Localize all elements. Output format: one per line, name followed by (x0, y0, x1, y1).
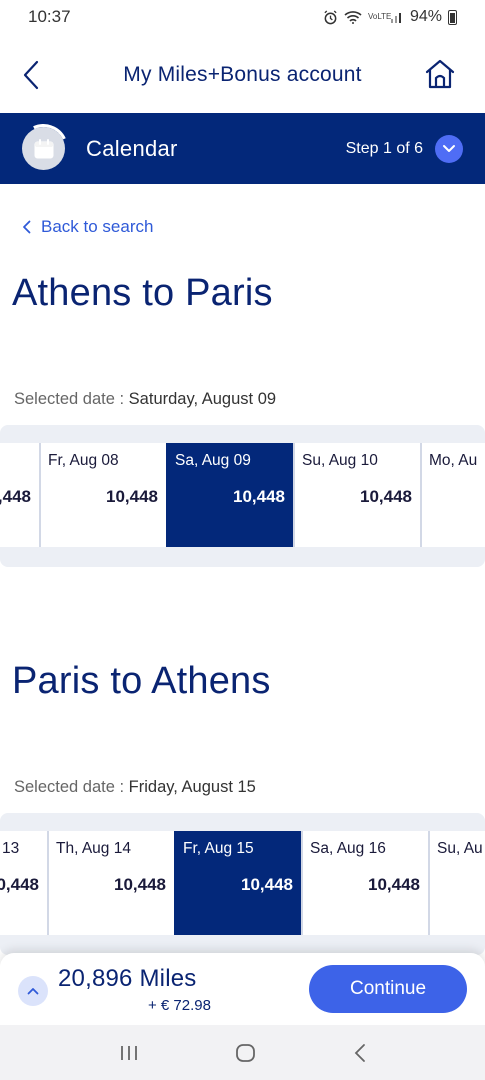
step-bar: Calendar Step 1 of 6 (0, 113, 485, 184)
alarm-icon (324, 9, 337, 24)
date-cell-miles: 10,448 (241, 875, 293, 894)
totals: 20,896 Miles + € 72.98 (58, 965, 211, 1014)
date-cell-label: Su, Au (437, 840, 483, 857)
date-cell-label: Th, Aug 14 (56, 840, 131, 857)
selected-date-value: Friday, August 15 (128, 778, 256, 796)
chevron-left-icon[interactable] (18, 58, 44, 92)
system-nav-bar (0, 1025, 485, 1080)
selected-date-label: Selected date : (14, 390, 129, 408)
signal-icon (390, 13, 401, 23)
date-cell-label: Fr, Aug 08 (48, 452, 119, 469)
outbound-route-title: Athens to Paris (12, 272, 273, 314)
status-icons: VoLTE 94% (323, 8, 457, 26)
total-cash: + € 72.98 (148, 996, 211, 1014)
date-cell-label: Sa, Aug 09 (175, 452, 251, 469)
wifi-icon (344, 11, 362, 24)
booking-summary-bar: 20,896 Miles + € 72.98 Continue (0, 953, 485, 1025)
page-title: My Miles+Bonus account (123, 63, 362, 86)
date-cell-miles: 10,448 (0, 875, 39, 894)
date-cell-selected[interactable]: Fr, Aug 15 10,448 (174, 831, 303, 935)
date-cell-label: Fr, Aug 15 (183, 840, 254, 857)
date-cell[interactable]: 10,448 (0, 443, 41, 547)
chevron-up-icon (27, 988, 39, 995)
step-title: Calendar (86, 135, 178, 161)
steps-expand-button[interactable] (435, 134, 463, 163)
date-cell-selected[interactable]: Sa, Aug 09 10,448 (166, 443, 295, 547)
date-cell-miles: 10,448 (114, 875, 166, 894)
back-to-search-label: Back to search (41, 217, 154, 236)
status-bar: 10:37 VoLTE 94% (0, 0, 485, 34)
chevron-left-icon (23, 220, 31, 234)
home-nav-icon[interactable] (235, 1042, 257, 1064)
battery-percent: 94% (409, 8, 442, 25)
home-icon[interactable] (423, 57, 457, 91)
date-cell-miles: 10,448 (360, 487, 412, 506)
outbound-date-strip[interactable]: 10,448 Fr, Aug 08 10,448 Sa, Aug 09 10,4… (0, 425, 485, 567)
app-header: My Miles+Bonus account (0, 40, 485, 110)
date-cell-label: Sa, Aug 16 (310, 840, 386, 857)
date-cell[interactable]: Th, Aug 14 10,448 (47, 831, 176, 935)
date-cell[interactable]: 13 10,448 (0, 831, 49, 935)
network-label: VoLTE (367, 12, 392, 21)
step-indicator: Step 1 of 6 (345, 139, 423, 157)
date-cell[interactable]: Su, Au (428, 831, 485, 935)
date-cell[interactable]: Mo, Au (420, 443, 485, 547)
date-cell-miles: 10,448 (368, 875, 420, 894)
selected-date-value: Saturday, August 09 (128, 390, 277, 408)
continue-button[interactable]: Continue (309, 965, 467, 1013)
total-miles: 20,896 Miles (58, 964, 197, 992)
date-cell[interactable]: Su, Aug 10 10,448 (293, 443, 422, 547)
recent-apps-icon[interactable] (118, 1044, 140, 1062)
date-cell-miles: 10,448 (233, 487, 285, 506)
back-nav-icon[interactable] (353, 1043, 367, 1063)
inbound-route-title: Paris to Athens (12, 660, 271, 702)
date-cell[interactable]: Fr, Aug 08 10,448 (39, 443, 168, 547)
inbound-selected-date: Selected date : Friday, August 15 (14, 778, 256, 797)
date-cell-label: Mo, Au (429, 452, 478, 469)
selected-date-label: Selected date : (14, 778, 129, 796)
date-cell[interactable]: Sa, Aug 16 10,448 (301, 831, 430, 935)
status-time: 10:37 (28, 7, 71, 26)
chevron-down-icon (443, 144, 455, 152)
outbound-selected-date: Selected date : Saturday, August 09 (14, 390, 276, 409)
date-cell-label: 13 (2, 840, 20, 857)
battery-icon (448, 9, 457, 25)
date-cell-label: Su, Aug 10 (302, 452, 378, 469)
date-cell-miles: 10,448 (106, 487, 158, 506)
calendar-icon (22, 127, 65, 170)
back-to-search-link[interactable]: Back to search (22, 217, 153, 237)
date-cell-miles: 10,448 (0, 487, 31, 506)
summary-expand-button[interactable] (18, 976, 48, 1006)
inbound-date-strip[interactable]: 13 10,448 Th, Aug 14 10,448 Fr, Aug 15 1… (0, 813, 485, 955)
